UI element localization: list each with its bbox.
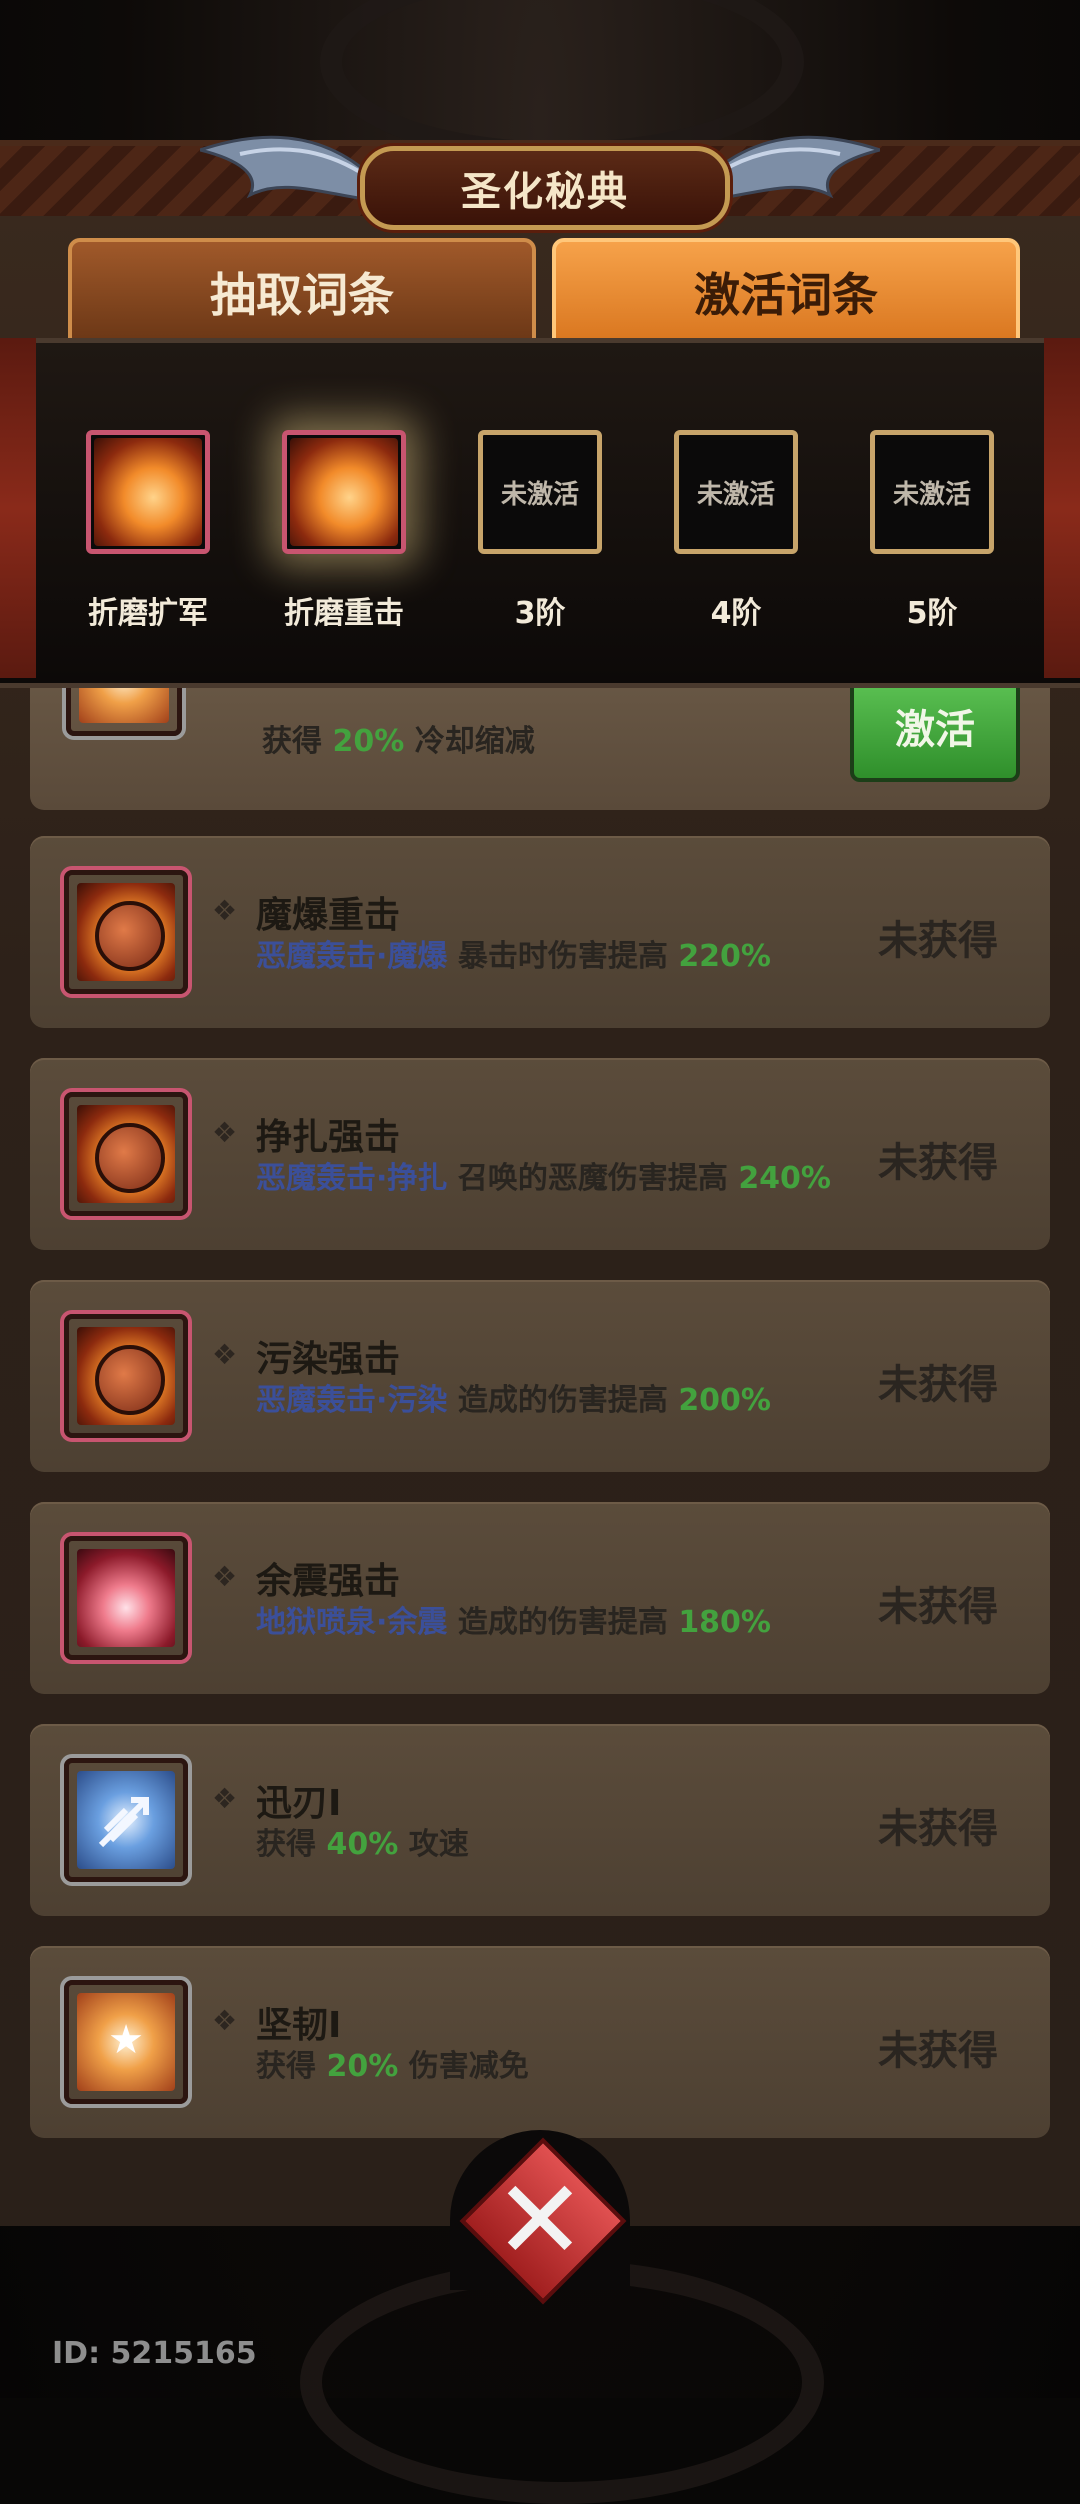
card-name: 魔爆重击 — [256, 895, 401, 936]
background-ornament-bottom — [300, 2260, 824, 2504]
card-desc: 恶魔轰击·挣扎 召唤的恶魔伤害提高 240% — [256, 1161, 831, 1196]
slot-inactive-label: 未激活 — [500, 480, 579, 510]
diamond-bullet-icon: ❖ — [212, 1560, 238, 1593]
entry-slot-3-label: 3阶 — [514, 596, 566, 631]
card-status: 未获得 — [878, 1362, 998, 1408]
entry-slot-4-label: 4阶 — [710, 596, 762, 631]
card-status: 未获得 — [878, 1806, 998, 1852]
card-status: 未获得 — [878, 2028, 998, 2074]
card-desc: 获得 20% 伤害减免 — [256, 2049, 529, 2084]
list-item[interactable]: ❖ 魔爆重击 恶魔轰击·魔爆 暴击时伤害提高 220% 未获得 — [30, 836, 1050, 1028]
close-icon[interactable]: ✕ — [470, 2150, 610, 2290]
tab-activate-entries[interactable]: 激活词条 — [552, 238, 1020, 346]
card-desc: 恶魔轰击·魔爆 暴击时伤害提高 220% — [256, 939, 771, 974]
list-item[interactable]: ★ ❖ 坚韧I 获得 20% 伤害减免 未获得 — [30, 1946, 1050, 2138]
tab-draw-entries[interactable]: 抽取词条 — [68, 238, 536, 346]
card-name: 污染强击 — [256, 1339, 401, 1380]
card-status: 未获得 — [878, 918, 998, 964]
entry-slot-1[interactable] — [86, 430, 210, 554]
card-desc: 获得 40% 攻速 — [256, 1827, 469, 1862]
diamond-bullet-icon: ❖ — [212, 1338, 238, 1371]
card-status: 未获得 — [878, 1140, 998, 1186]
diamond-bullet-icon: ❖ — [212, 2004, 238, 2037]
card-name: 迅刃I — [256, 1783, 342, 1824]
diamond-bullet-icon: ❖ — [212, 894, 238, 927]
slot-inactive-label: 未激活 — [892, 480, 971, 510]
entry-slot-2[interactable] — [282, 430, 406, 554]
player-id: ID: 5215165 — [52, 2336, 257, 2371]
entry-slot-2-label: 折磨重击 — [284, 596, 404, 631]
list-item[interactable]: ❖ 挣扎强击 恶魔轰击·挣扎 召唤的恶魔伤害提高 240% 未获得 — [30, 1058, 1050, 1250]
slots-bar-left-edge — [0, 338, 36, 678]
entry-slot-1-label: 折磨扩军 — [88, 596, 208, 631]
right-wing-icon — [710, 135, 880, 202]
slot-inactive-label: 未激活 — [696, 480, 775, 510]
entry-slot-5-label: 5阶 — [906, 596, 958, 631]
card-status: 未获得 — [878, 1584, 998, 1630]
slots-bar-right-edge — [1044, 338, 1080, 678]
entry-slot-3[interactable]: 未激活 — [478, 430, 602, 554]
entry-slot-5[interactable]: 未激活 — [870, 430, 994, 554]
entry-slot-4[interactable]: 未激活 — [674, 430, 798, 554]
fire-orb-icon — [64, 1314, 188, 1438]
page-title: 圣化秘典 — [360, 146, 730, 230]
diamond-bullet-icon: ❖ — [212, 1782, 238, 1815]
list-item[interactable]: ❖ 污染强击 恶魔轰击·污染 造成的伤害提高 200% 未获得 — [30, 1280, 1050, 1472]
diamond-bullet-icon: ❖ — [212, 1116, 238, 1149]
list-item[interactable]: ❖ 迅刃I 获得 40% 攻速 未获得 — [30, 1724, 1050, 1916]
list-item[interactable]: ❖ 余震强击 地狱喷泉·余震 造成的伤害提高 180% 未获得 — [30, 1502, 1050, 1694]
swift-blade-icon — [64, 1758, 188, 1882]
hellfire-icon — [64, 1536, 188, 1660]
card-name: 挣扎强击 — [256, 1117, 401, 1158]
card-desc: 地狱喷泉·余震 造成的伤害提高 180% — [256, 1605, 771, 1640]
left-wing-icon — [200, 135, 370, 202]
card-partial-desc: 获得 20% 冷却缩减 — [262, 724, 535, 759]
fire-orb-icon — [64, 870, 188, 994]
card-name: 余震强击 — [256, 1561, 401, 1602]
fire-orb-icon — [64, 1092, 188, 1216]
card-desc: 恶魔轰击·污染 造成的伤害提高 200% — [256, 1383, 771, 1418]
card-name: 坚韧I — [256, 2005, 342, 2046]
shield-star-icon: ★ — [64, 1980, 188, 2104]
